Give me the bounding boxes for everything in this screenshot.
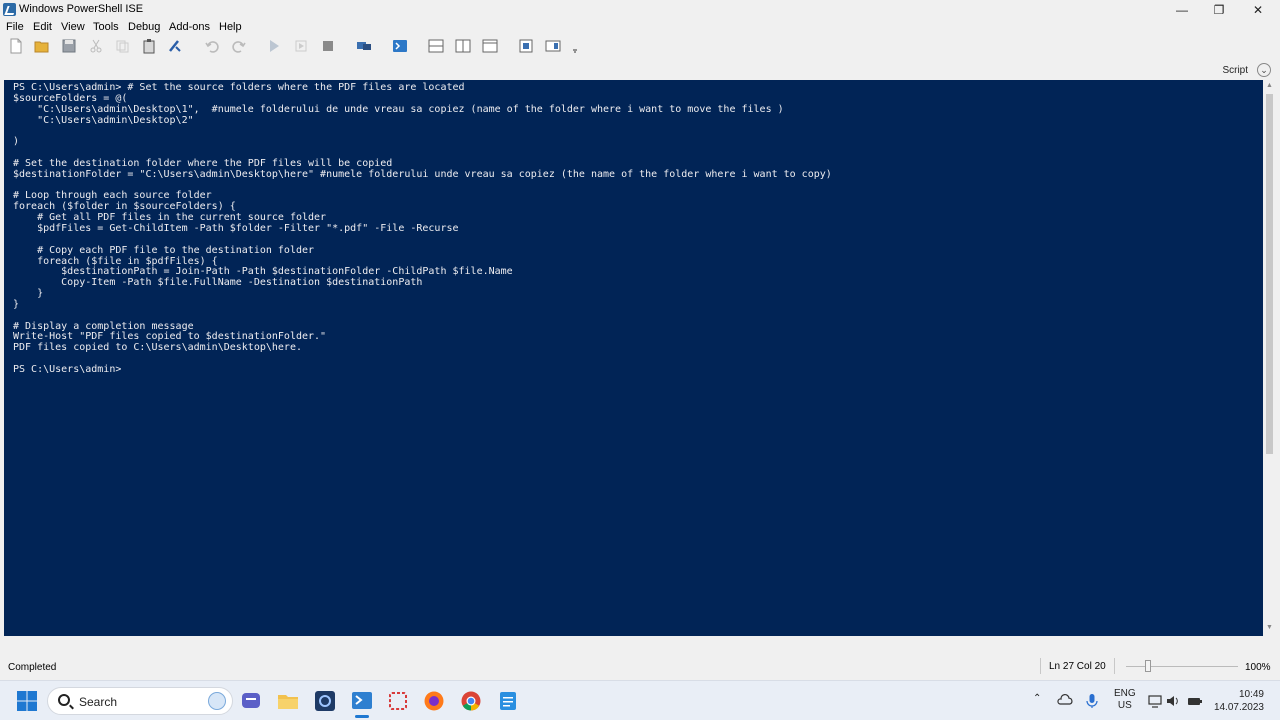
search-icon [58, 694, 70, 706]
script-pane-bar: Script ⌄ [0, 61, 1280, 80]
status-text: Completed [8, 662, 57, 673]
notepad-icon[interactable] [497, 690, 519, 712]
restore-button[interactable]: ❐ [1199, 0, 1239, 20]
region-code: US [1117, 700, 1132, 711]
app-pinned-icon[interactable] [314, 690, 336, 712]
save-icon[interactable] [61, 38, 77, 54]
file-explorer-icon[interactable] [277, 690, 299, 712]
microphone-icon[interactable] [1085, 693, 1099, 709]
language-indicator[interactable]: ENG US [1114, 688, 1136, 712]
chat-icon[interactable] [240, 690, 262, 712]
cursor-position: Ln 27 Col 20 [1049, 661, 1106, 672]
search-label: Search [79, 695, 118, 709]
script-pane-label[interactable]: Script [1222, 65, 1248, 76]
taskbar: Search ⌃ ENG US 10:49 14.07.2023 [0, 680, 1280, 720]
console-output: PS C:\Users\admin> # Set the source fold… [13, 82, 832, 375]
title-bar: Windows PowerShell ISE — ❐ ✕ [0, 0, 1280, 20]
console-pane[interactable]: PS C:\Users\admin> # Set the source fold… [4, 80, 1263, 636]
show-commands-icon[interactable] [518, 38, 534, 54]
undo-icon[interactable] [204, 38, 220, 54]
show-script-max-icon[interactable] [482, 38, 498, 54]
run-selection-icon[interactable] [293, 38, 309, 54]
clock-date: 14.07.2023 [1213, 702, 1264, 713]
toolbar-overflow-icon[interactable] [567, 38, 577, 54]
window-title: Windows PowerShell ISE [19, 3, 144, 15]
chevron-down-icon[interactable]: ⌄ [1257, 63, 1271, 77]
battery-icon[interactable] [1187, 693, 1203, 709]
scroll-down-icon[interactable]: ▼ [1265, 624, 1274, 631]
zoom-percentage: 100% [1245, 662, 1271, 673]
show-command-addon-icon[interactable] [545, 38, 561, 54]
menu-addons[interactable]: Add-ons [169, 21, 210, 33]
open-folder-icon[interactable] [34, 38, 50, 54]
menu-view[interactable]: View [61, 21, 85, 33]
clock-time: 10:49 [1238, 689, 1264, 700]
run-script-icon[interactable] [266, 38, 282, 54]
onedrive-icon[interactable] [1057, 693, 1073, 709]
stop-icon[interactable] [320, 38, 336, 54]
powershell-ise-taskbar-icon[interactable] [351, 690, 373, 718]
paste-icon[interactable] [141, 38, 157, 54]
clear-console-icon[interactable] [167, 38, 183, 54]
remote-powershell-icon[interactable] [356, 38, 372, 54]
system-clock[interactable]: 10:49 14.07.2023 [1210, 688, 1264, 714]
network-icon[interactable] [1147, 693, 1163, 709]
status-divider [1114, 658, 1115, 674]
console-horizontal-scrollbar[interactable] [4, 636, 1263, 646]
redo-icon[interactable] [231, 38, 247, 54]
menu-bar: File Edit View Tools Debug Add-ons Help [0, 20, 1280, 36]
volume-icon[interactable] [1166, 693, 1180, 709]
bing-icon[interactable] [208, 692, 226, 710]
menu-help[interactable]: Help [219, 21, 242, 33]
show-script-right-icon[interactable] [455, 38, 471, 54]
firefox-icon[interactable] [423, 690, 445, 712]
start-powershell-icon[interactable] [392, 38, 408, 54]
powershell-icon [3, 3, 16, 16]
menu-debug[interactable]: Debug [128, 21, 160, 33]
close-button[interactable]: ✕ [1238, 0, 1278, 20]
toolbar [0, 36, 1280, 56]
console-vertical-scrollbar[interactable]: ▲ ▼ [1263, 80, 1276, 636]
minimize-button[interactable]: — [1162, 0, 1202, 20]
menu-file[interactable]: File [6, 21, 24, 33]
taskbar-search[interactable]: Search [47, 687, 233, 715]
copy-icon[interactable] [114, 38, 130, 54]
language-code: ENG [1114, 688, 1136, 699]
menu-edit[interactable]: Edit [33, 21, 52, 33]
status-bar: Completed Ln 27 Col 20 100% [0, 656, 1280, 678]
new-file-icon[interactable] [8, 38, 24, 54]
chrome-icon[interactable] [460, 690, 482, 712]
chevron-up-icon[interactable]: ⌃ [1033, 693, 1041, 704]
windows-start-icon[interactable] [16, 690, 38, 712]
scrollbar-thumb[interactable] [1266, 94, 1273, 454]
snipping-tool-icon[interactable] [387, 690, 409, 712]
zoom-slider[interactable] [1126, 666, 1238, 667]
menu-tools[interactable]: Tools [93, 21, 119, 33]
show-script-top-icon[interactable] [428, 38, 444, 54]
zoom-slider-thumb[interactable] [1145, 660, 1151, 672]
cut-icon[interactable] [88, 38, 104, 54]
status-divider [1040, 658, 1041, 674]
scroll-up-icon[interactable]: ▲ [1265, 82, 1274, 89]
